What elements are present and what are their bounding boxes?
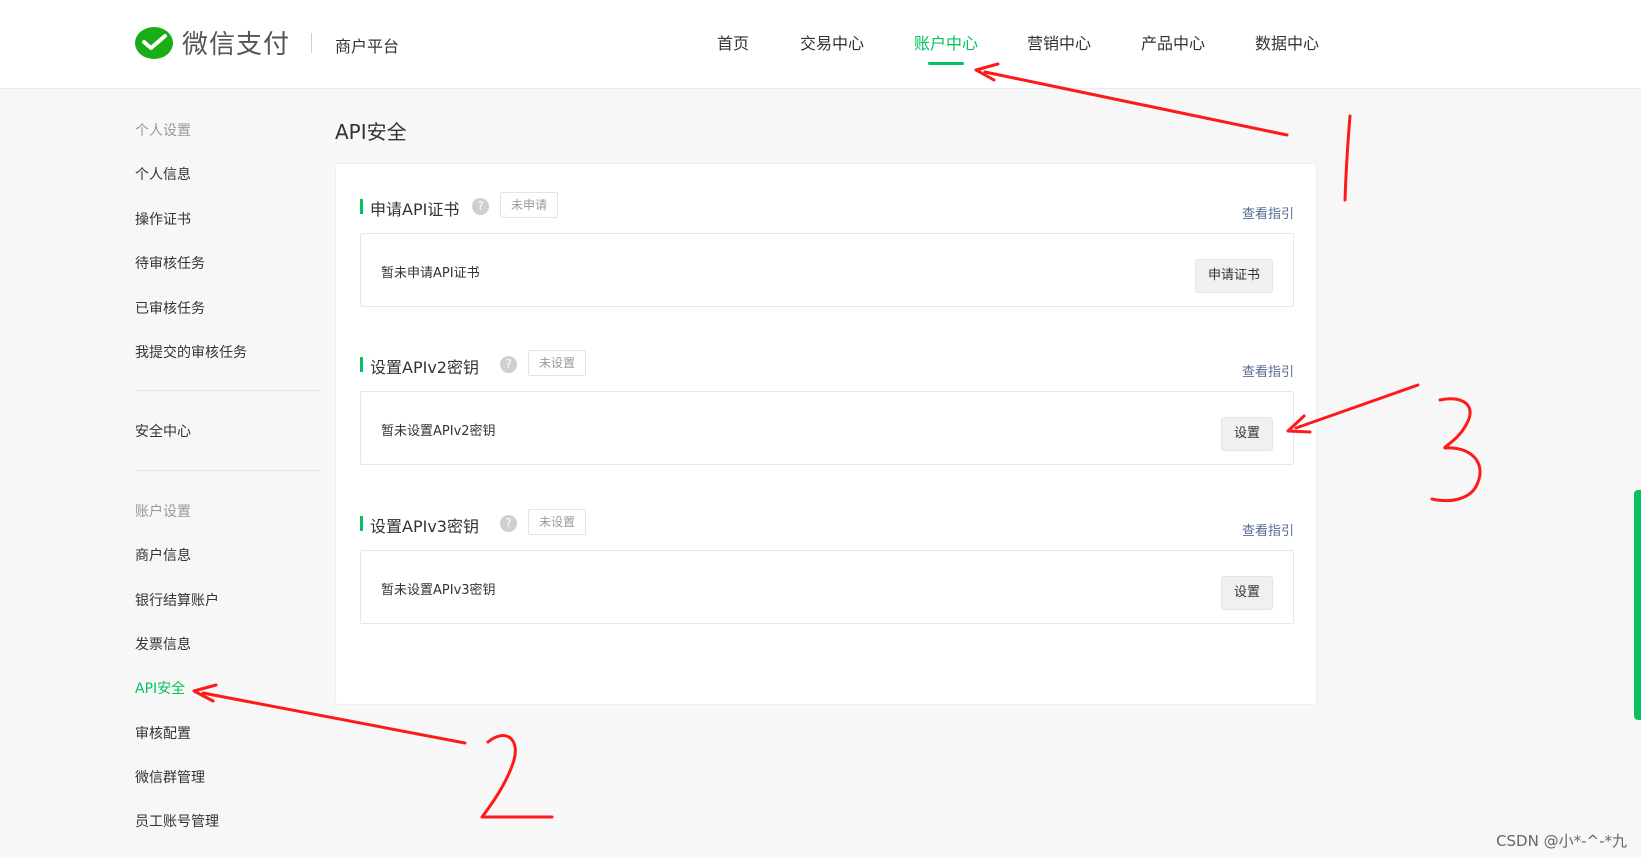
nav-item-transactions[interactable]: 交易中心 [800, 30, 864, 54]
sidebar-item-merchant-info[interactable]: 商户信息 [135, 545, 191, 565]
section-box: 暂未申请API证书 申请证书 [360, 233, 1294, 307]
nav-item-account[interactable]: 账户中心 [914, 30, 978, 54]
sidebar-item-staff-accounts[interactable]: 员工账号管理 [135, 811, 219, 831]
api-security-panel: 申请API证书 ? 未申请 查看指引 暂未申请API证书 申请证书 设置APIv… [335, 163, 1317, 705]
nav-item-marketing[interactable]: 营销中心 [1027, 30, 1091, 54]
main-nav: 首页 交易中心 账户中心 营销中心 产品中心 数据中心 [0, 30, 1641, 70]
sidebar-group-personal: 个人设置 [135, 123, 191, 139]
set-apiv2-key-button[interactable]: 设置 [1220, 417, 1273, 451]
section-accent-bar [360, 199, 363, 214]
handwritten-2 [480, 734, 554, 819]
sidebar-group-account: 账户设置 [135, 504, 191, 520]
view-guide-link[interactable]: 查看指引 [1242, 203, 1294, 222]
sidebar-item-operation-cert[interactable]: 操作证书 [135, 209, 191, 229]
sidebar-item-api-security[interactable]: API安全 [135, 678, 185, 698]
help-icon[interactable]: ? [500, 515, 517, 532]
section-title: 设置APIv3密钥 [370, 517, 479, 536]
handwritten-1 [1343, 114, 1352, 202]
handwritten-3 [1430, 397, 1482, 503]
csdn-watermark: CSDN @小*-^-*九 [1496, 832, 1627, 850]
nav-active-underline [928, 62, 964, 65]
view-guide-link[interactable]: 查看指引 [1242, 361, 1294, 380]
nav-item-products[interactable]: 产品中心 [1141, 30, 1205, 54]
section-title: 申请API证书 [370, 200, 460, 219]
sidebar-item-pending-review[interactable]: 待审核任务 [135, 253, 205, 273]
arrow-2-head [192, 683, 218, 703]
status-badge: 未设置 [528, 509, 587, 535]
nav-item-data[interactable]: 数据中心 [1255, 30, 1319, 54]
section-message: 暂未申请API证书 [381, 266, 480, 281]
set-apiv3-key-button[interactable]: 设置 [1220, 576, 1273, 610]
sidebar-item-wechat-group[interactable]: 微信群管理 [135, 767, 205, 787]
sidebar-divider [135, 390, 320, 391]
sidebar-item-personal-info[interactable]: 个人信息 [135, 164, 191, 184]
section-message: 暂未设置APIv2密钥 [381, 424, 496, 439]
sidebar-divider [135, 470, 320, 471]
view-guide-link[interactable]: 查看指引 [1242, 520, 1294, 539]
section-box: 暂未设置APIv2密钥 设置 [360, 391, 1294, 465]
sidebar-item-security-center[interactable]: 安全中心 [135, 421, 191, 441]
section-box: 暂未设置APIv3密钥 设置 [360, 550, 1294, 624]
sidebar-item-reviewed[interactable]: 已审核任务 [135, 298, 205, 318]
top-header: 微信支付 商户平台 首页 交易中心 账户中心 营销中心 产品中心 数据中心 [0, 0, 1641, 89]
nav-item-home[interactable]: 首页 [717, 30, 749, 54]
section-accent-bar [360, 357, 363, 372]
help-icon[interactable]: ? [472, 198, 489, 215]
sidebar-item-review-config[interactable]: 审核配置 [135, 723, 191, 743]
apply-cert-button[interactable]: 申请证书 [1194, 259, 1273, 293]
section-title: 设置APIv2密钥 [370, 358, 479, 377]
sidebar-item-my-submitted[interactable]: 我提交的审核任务 [135, 342, 247, 362]
page-title: API安全 [335, 120, 407, 144]
section-message: 暂未设置APIv3密钥 [381, 583, 496, 598]
status-badge: 未设置 [528, 350, 587, 376]
sidebar-item-invoice[interactable]: 发票信息 [135, 634, 191, 654]
section-accent-bar [360, 516, 363, 531]
help-icon[interactable]: ? [500, 356, 517, 373]
status-badge: 未申请 [500, 192, 559, 218]
side-scroll-handle[interactable] [1634, 490, 1641, 720]
sidebar-item-bank-account[interactable]: 银行结算账户 [135, 590, 219, 610]
